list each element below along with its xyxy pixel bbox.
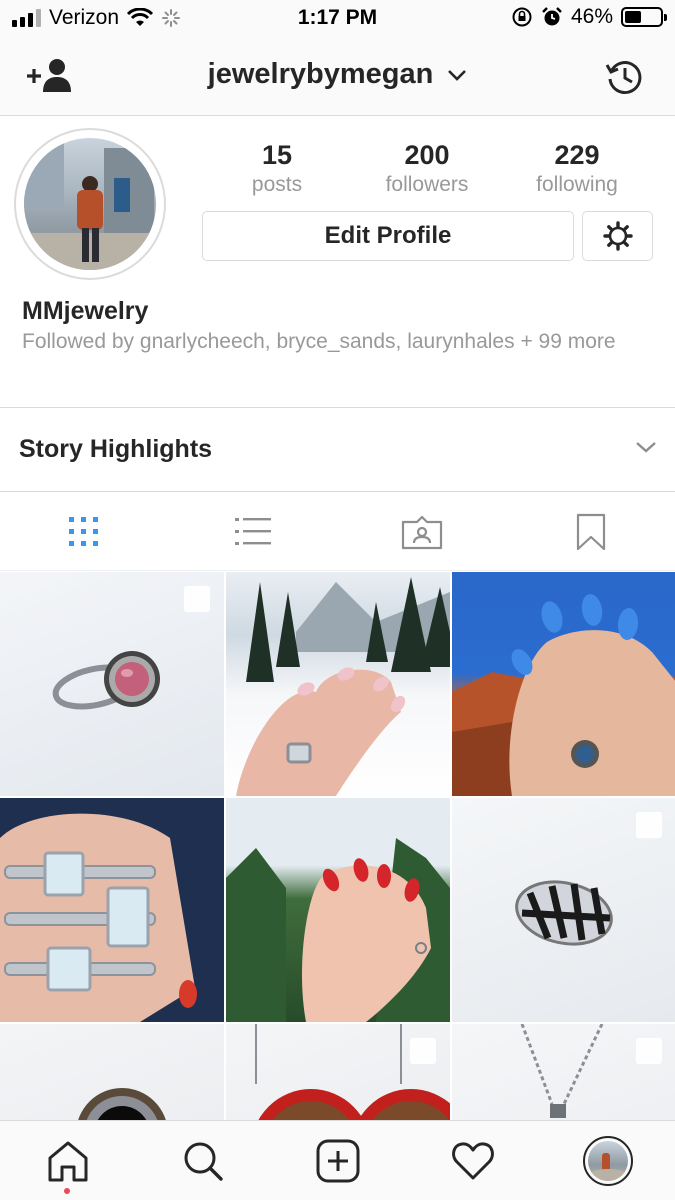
profile-header: jewelrybymegan [0,38,675,116]
multiple-photos-icon [636,1038,662,1064]
gear-icon [602,221,633,251]
post-red-bead-earrings[interactable] [226,1024,450,1120]
notification-dot [64,1188,70,1194]
tab-grid[interactable] [0,492,168,571]
post-image [236,577,450,796]
post-ring-pink-stone[interactable] [0,572,224,796]
status-right: 46% [511,5,667,29]
posts-grid [0,572,675,1120]
bottom-nav [0,1120,675,1200]
alarm-icon [542,7,562,26]
post-hand-blue-nails-red-rocks[interactable] [452,572,675,796]
home-icon [48,1141,87,1182]
post-striped-band-ring[interactable] [452,798,675,1022]
display-name: MMjewelry [22,297,149,325]
chevron-down-icon[interactable] [635,440,657,454]
profile-tabs [0,492,675,571]
followers-count[interactable]: 200 followers [357,140,497,197]
battery-icon [621,7,667,27]
tab-list[interactable] [169,492,337,571]
new-post-icon [316,1139,359,1183]
nav-activity[interactable] [405,1121,540,1200]
search-icon [184,1142,223,1181]
post-image [0,813,197,1022]
account-switcher[interactable]: jewelrybymegan [0,58,675,91]
settings-button[interactable] [582,211,653,261]
chevron-down-icon [448,70,467,82]
post-hand-snowy-forest[interactable] [226,572,450,796]
post-hand-red-nails-trees[interactable] [226,798,450,1022]
multiple-photos-icon [636,812,662,838]
post-ring-black-stone[interactable] [0,1024,224,1120]
post-hand-stacked-rings[interactable] [0,798,224,1022]
avatar-photo [24,138,156,270]
tab-tagged[interactable] [338,492,506,571]
tagged-icon [401,515,443,549]
tab-saved[interactable] [507,492,675,571]
post-image [226,838,450,1022]
grid-icon [69,516,98,546]
activity-icon [451,1142,494,1180]
history-icon[interactable] [605,57,645,97]
post-necklace[interactable] [452,1024,675,1120]
following-count[interactable]: 229 following [507,140,647,197]
nav-search[interactable] [135,1121,270,1200]
followed-by-text[interactable]: Followed by gnarlycheech, bryce_sands, l… [22,329,632,355]
profile-icon [582,1136,633,1186]
post-image [452,594,675,796]
list-icon [235,517,271,545]
status-bar: Verizon 1:17 PM 46% [0,0,675,38]
post-image [78,1088,166,1120]
edit-profile-button[interactable]: Edit Profile [202,211,574,261]
battery-percent: 46% [570,5,613,28]
nav-new-post[interactable] [270,1121,405,1200]
nav-home[interactable] [0,1121,135,1200]
nav-profile[interactable] [540,1121,675,1200]
multiple-photos-icon [410,1038,436,1064]
highlights-title: Story Highlights [19,435,213,463]
posts-count: 15 posts [251,140,303,196]
saved-icon [576,513,606,550]
story-highlights[interactable]: Story Highlights [0,407,675,492]
multiple-photos-icon [184,586,210,612]
header-username: jewelrybymegan [207,58,434,90]
profile-avatar[interactable] [14,128,166,280]
rotation-lock-icon [512,7,532,27]
